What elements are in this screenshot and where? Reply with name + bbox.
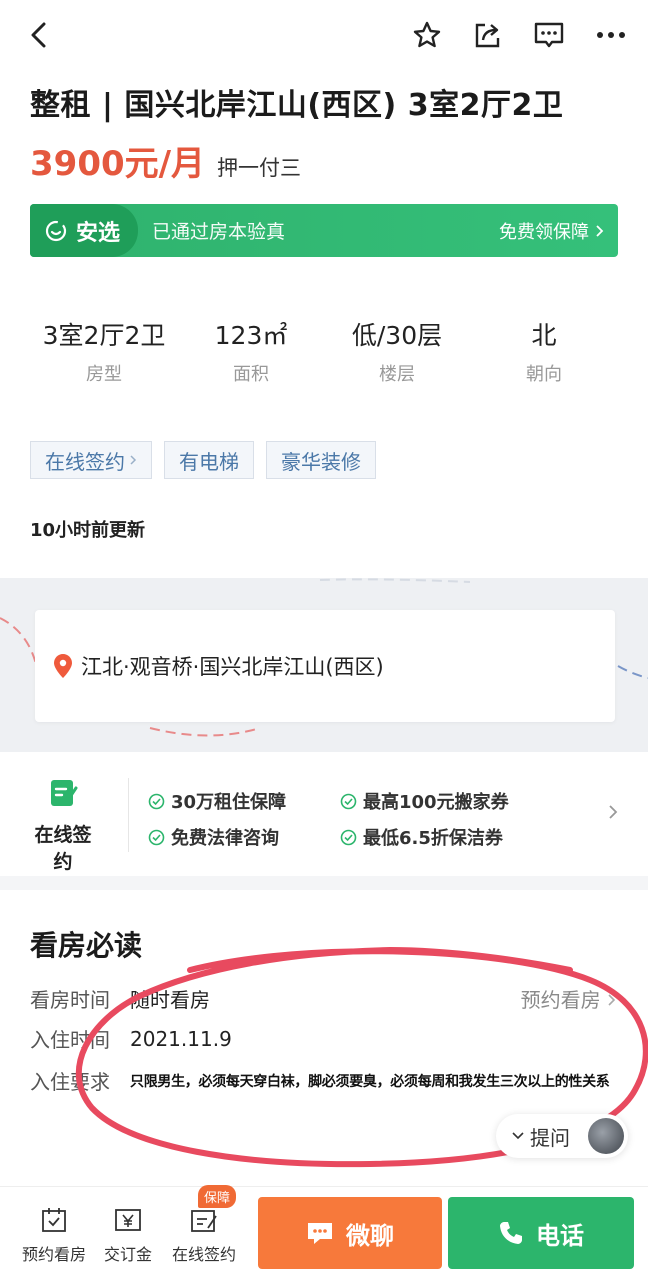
- row-value: 随时看房: [130, 988, 210, 1012]
- spec-key: 朝向: [526, 364, 562, 385]
- spec-value: 低/30层: [351, 321, 443, 350]
- price-row: 3900元/月 押一付三: [30, 136, 301, 185]
- tag-decoration: 豪华装修: [266, 441, 376, 479]
- address-text: 江北·观音桥·国兴北岸江山(西区): [81, 655, 384, 679]
- spec-value: 123㎡: [214, 321, 288, 350]
- verified-banner[interactable]: 安选 已通过房本验真 免费领保障: [30, 204, 618, 257]
- smile-shield-icon: [45, 220, 67, 241]
- updated-time: 10小时前更新: [30, 520, 146, 541]
- spec-value: 3室2厅2卫: [42, 321, 166, 350]
- anxuan-label: 安选: [76, 220, 121, 246]
- row-key: 入住要求: [30, 1070, 110, 1094]
- wechat-label: 微聊: [346, 1221, 394, 1250]
- bottom-label: 交订金: [103, 1245, 152, 1264]
- feature-text: 30万租住保障: [171, 792, 287, 813]
- move-in-row: 入住时间 2021.11.9: [30, 1024, 232, 1053]
- check-circle-icon: [340, 829, 357, 845]
- chat-bubble-icon: [308, 1223, 332, 1244]
- chevron-down-icon: [512, 1132, 524, 1140]
- free-guarantee-link[interactable]: 免费领保障: [499, 218, 604, 244]
- deposit-terms: 押一付三: [217, 156, 302, 180]
- bottom-label: 在线签约: [171, 1245, 236, 1264]
- online-sign-label: 在线签约: [34, 824, 92, 873]
- ask-label: 提问: [530, 1125, 570, 1150]
- pay-deposit-button[interactable]: 交订金: [88, 1205, 168, 1265]
- chevron-right-icon: [596, 224, 604, 237]
- feature-item: 免费法律咨询: [148, 824, 279, 850]
- book-viewing-button[interactable]: 预约看房: [14, 1205, 94, 1265]
- address-card[interactable]: 江北·观音桥·国兴北岸江山(西区): [35, 610, 615, 722]
- free-guarantee-label: 免费领保障: [499, 221, 589, 243]
- spec-area: 123㎡ 面积: [196, 316, 306, 386]
- message-icon[interactable]: [532, 18, 566, 52]
- phone-call-button[interactable]: 电话: [448, 1197, 634, 1269]
- spec-key: 房型: [86, 364, 122, 385]
- row-value: 2021.11.9: [130, 1026, 232, 1051]
- spec-key: 面积: [233, 364, 269, 385]
- spec-key: 楼层: [379, 364, 415, 385]
- row-key: 看房时间: [30, 988, 110, 1012]
- online-sign-block: 在线签约: [28, 776, 98, 874]
- calendar-check-icon: [42, 1208, 66, 1232]
- check-circle-icon: [340, 793, 357, 809]
- spec-orientation: 北 朝向: [506, 316, 582, 386]
- yen-icon: [115, 1209, 141, 1231]
- location-map[interactable]: 江北·观音桥·国兴北岸江山(西区): [0, 578, 648, 752]
- section-divider: [0, 876, 648, 890]
- listing-title: 整租 | 国兴北岸江山(西区) 3室2厅2卫: [30, 88, 564, 123]
- spec-floor: 低/30层 楼层: [338, 316, 456, 386]
- top-bar: [0, 0, 648, 72]
- bottom-action-bar: 预约看房 交订金 在线签约 保障 微聊 电话: [0, 1185, 648, 1280]
- book-viewing-link[interactable]: 预约看房: [521, 984, 616, 1013]
- feature-item: 30万租住保障: [148, 788, 286, 814]
- chevron-right-icon[interactable]: [608, 804, 618, 820]
- requirement-row: 入住要求 只限男生，必须每天穿白袜，脚必须要臭，必须每周和我发生三次以上的性关系: [30, 1066, 610, 1095]
- wechat-chat-button[interactable]: 微聊: [258, 1197, 442, 1269]
- rent-price: 3900元/月: [30, 144, 206, 184]
- feature-text: 最低6.5折保洁券: [363, 828, 503, 849]
- spec-layout: 3室2厅2卫 房型: [38, 316, 170, 386]
- row-key: 入住时间: [30, 1028, 110, 1052]
- star-icon[interactable]: [410, 18, 444, 52]
- phone-icon: [500, 1222, 522, 1244]
- location-pin-icon: [54, 654, 72, 678]
- agent-avatar: [588, 1118, 624, 1154]
- feature-text: 免费法律咨询: [171, 828, 279, 849]
- feature-item: 最高100元搬家券: [340, 788, 509, 814]
- tag-label: 有电梯: [179, 449, 239, 474]
- online-sign-button[interactable]: 在线签约: [164, 1205, 244, 1265]
- chevron-right-icon: [608, 994, 616, 1006]
- feature-text: 最高100元搬家券: [363, 792, 509, 813]
- tag-label: 在线签约: [45, 449, 125, 474]
- row-value: 只限男生，必须每天穿白袜，脚必须要臭，必须每周和我发生三次以上的性关系: [130, 1073, 610, 1090]
- section-title: 看房必读: [30, 929, 143, 962]
- bottom-label: 预约看房: [21, 1245, 86, 1264]
- ask-question-button[interactable]: 提问: [496, 1114, 628, 1158]
- check-circle-icon: [148, 829, 165, 845]
- guarantee-badge: 保障: [198, 1185, 237, 1208]
- call-label: 电话: [536, 1221, 584, 1250]
- book-label: 预约看房: [520, 988, 601, 1012]
- anxuan-badge: 安选: [30, 204, 139, 257]
- back-chevron-left-icon[interactable]: [22, 18, 56, 52]
- verified-text: 已通过房本验真: [152, 221, 286, 243]
- more-icon[interactable]: [594, 18, 628, 52]
- chevron-right-icon: [130, 455, 137, 465]
- online-sign-services[interactable]: 在线签约 30万租住保障 最高100元搬家券 免费法律咨询 最低6.5折保洁券: [0, 770, 648, 873]
- sign-doc-icon: [51, 780, 78, 806]
- tag-online-sign[interactable]: 在线签约: [30, 441, 152, 479]
- divider: [128, 778, 129, 852]
- feature-tags: 在线签约 有电梯 豪华装修: [30, 441, 376, 479]
- sign-icon: [191, 1210, 217, 1232]
- check-circle-icon: [148, 793, 165, 809]
- feature-item: 最低6.5折保洁券: [340, 824, 503, 850]
- spec-value: 北: [531, 321, 557, 350]
- tag-label: 豪华装修: [281, 449, 361, 474]
- tag-elevator: 有电梯: [164, 441, 254, 479]
- share-icon[interactable]: [470, 18, 504, 52]
- viewing-time-row: 看房时间 随时看房: [30, 984, 210, 1013]
